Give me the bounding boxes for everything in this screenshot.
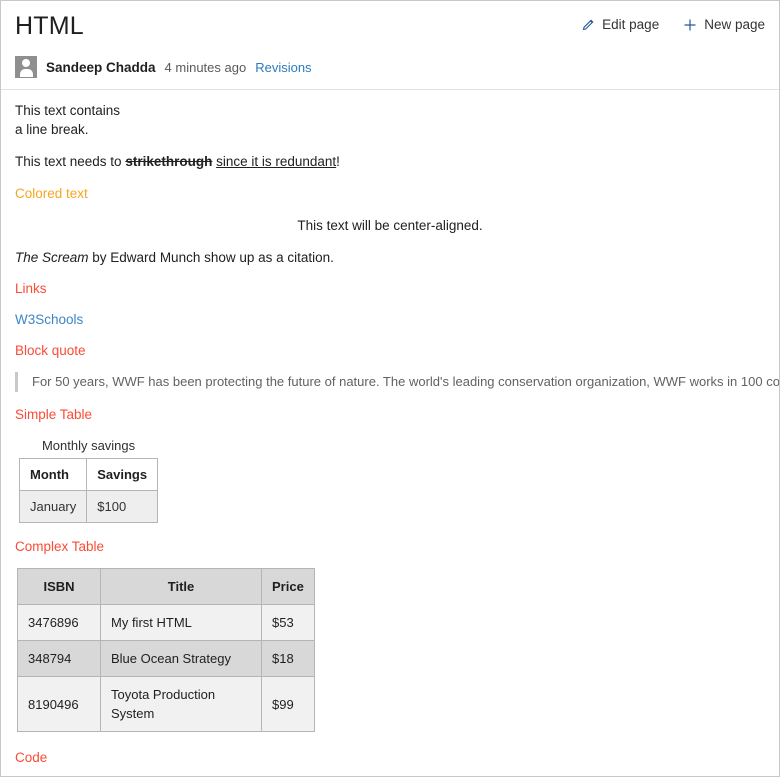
complex-cell-title: My first HTML (100, 604, 262, 641)
simple-cell-month: January (18, 490, 88, 523)
new-page-button[interactable]: New page (683, 17, 765, 32)
heading-links: Links (15, 281, 47, 296)
complex-table-col-title: Title (100, 568, 262, 605)
complex-cell-isbn: 8190496 (17, 676, 101, 732)
byline-section: Sandeep Chadda 4 minutes ago Revisions (1, 43, 779, 89)
center-aligned-text: This text will be center-aligned. (297, 218, 483, 233)
complex-cell-isbn: 3476896 (17, 604, 101, 641)
strike-suffix: ! (336, 154, 340, 169)
new-page-label: New page (704, 17, 765, 32)
table-row: 348794 Blue Ocean Strategy $18 (17, 640, 315, 677)
complex-table-block: ISBN Title Price 3476896 My first HTML $… (15, 568, 765, 732)
plus-icon (683, 18, 697, 32)
simple-table: Monthly savings Month Savings January $1… (18, 436, 159, 523)
page-title: HTML (15, 12, 84, 40)
line-break-paragraph: This text contains a line break. (15, 101, 765, 139)
table-row: January $100 (18, 490, 159, 523)
link-row: W3Schools (15, 310, 765, 329)
edit-timestamp: 4 minutes ago (164, 59, 247, 75)
author-name: Sandeep Chadda (46, 59, 156, 75)
wiki-page: HTML Edit page New page Sandeep Chadda 4… (0, 0, 780, 777)
heading-code: Code (15, 750, 48, 765)
complex-cell-price: $53 (261, 604, 315, 641)
colored-text: Colored text (15, 186, 88, 201)
table-row: 3476896 My first HTML $53 (17, 604, 315, 641)
citation-title: The Scream (15, 250, 89, 265)
simple-table-block: Monthly savings Month Savings January $1… (15, 436, 765, 523)
simple-table-col-savings: Savings (86, 458, 159, 491)
revisions-link[interactable]: Revisions (255, 60, 311, 75)
simple-cell-savings: $100 (86, 490, 159, 523)
complex-cell-price: $18 (261, 640, 315, 677)
page-content: This text contains a line break. This te… (1, 90, 779, 776)
page-header: HTML Edit page New page (1, 1, 779, 43)
complex-table: ISBN Title Price 3476896 My first HTML $… (17, 568, 315, 732)
heading-block-quote: Block quote (15, 343, 86, 358)
line-break-line-2: a line break. (15, 122, 89, 137)
inserted-text: since it is redundant (216, 154, 337, 169)
strikethrough-paragraph: This text needs to strikethrough since i… (15, 152, 765, 171)
line-break-line-1: This text contains (15, 103, 121, 118)
edit-page-button[interactable]: Edit page (581, 17, 659, 32)
complex-table-col-isbn: ISBN (17, 568, 101, 605)
complex-cell-isbn: 348794 (17, 640, 101, 677)
citation-rest: by Edward Munch show up as a citation. (88, 250, 334, 265)
complex-table-col-price: Price (261, 568, 315, 605)
block-quote: For 50 years, WWF has been protecting th… (15, 372, 779, 392)
user-avatar-icon (15, 56, 37, 78)
complex-table-header-row: ISBN Title Price (17, 568, 315, 605)
edit-page-label: Edit page (602, 17, 660, 32)
strike-prefix: This text needs to (15, 154, 126, 169)
byline: Sandeep Chadda 4 minutes ago Revisions (15, 56, 765, 78)
simple-table-col-month: Month (18, 458, 88, 491)
complex-cell-price: $99 (261, 676, 315, 732)
simple-table-caption: Monthly savings (41, 438, 136, 453)
complex-cell-title: Blue Ocean Strategy (100, 640, 262, 677)
w3schools-link[interactable]: W3Schools (15, 312, 83, 327)
pencil-icon (581, 18, 595, 32)
heading-simple-table: Simple Table (15, 407, 93, 422)
citation-paragraph: The Scream by Edward Munch show up as a … (15, 248, 765, 267)
complex-cell-title: Toyota Production System (100, 676, 262, 732)
header-actions: Edit page New page (581, 9, 765, 32)
table-row: 8190496 Toyota Production System $99 (17, 676, 315, 732)
simple-table-header-row: Month Savings (18, 458, 159, 491)
struck-text: strikethrough (125, 154, 213, 169)
heading-complex-table: Complex Table (15, 539, 105, 554)
